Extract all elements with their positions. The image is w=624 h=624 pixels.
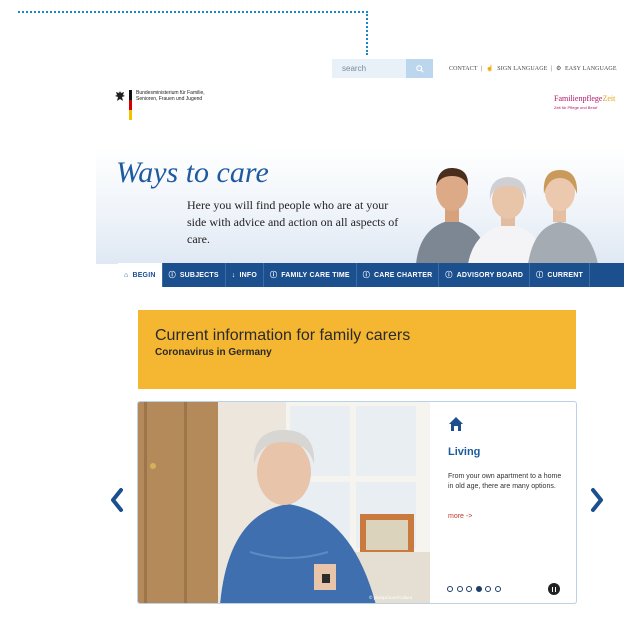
pause-icon (551, 586, 554, 592)
separator: | (551, 66, 553, 72)
ministry-name: Bundesministerium für Familie, Senioren,… (136, 90, 205, 102)
search-button[interactable] (406, 59, 433, 78)
nav-item-label: ADVISORY BOARD (456, 271, 524, 279)
nav-item-begin[interactable]: ⌂ BEGIN (118, 263, 163, 287)
nav-item-family-care-time[interactable]: ⓘ FAMILY CARE TIME (264, 263, 357, 287)
info-circle-icon: ⓘ (168, 272, 176, 279)
photo-credit: © plainpicture/Cultura (369, 595, 413, 600)
easy-language-link[interactable]: EASY LANGUAGE (565, 66, 617, 72)
home-icon (449, 417, 463, 431)
nav-item-label: INFO (239, 271, 257, 279)
info-circle-icon: ⓘ (536, 272, 544, 279)
partner-logo-name: Familienpflege (554, 94, 603, 103)
info-circle-icon: ⓘ (445, 272, 453, 279)
slider-dot[interactable] (466, 586, 472, 592)
previous-slide-button[interactable] (110, 487, 124, 513)
nav-item-label: CURRENT (547, 271, 583, 279)
pause-icon-bar (554, 586, 557, 592)
slide-photo (138, 402, 430, 603)
home-icon: ⌂ (124, 271, 129, 279)
nav-item-care-charter[interactable]: ⓘ CARE CHARTER (357, 263, 440, 287)
hero-people-image (416, 167, 598, 264)
partner-logo-accent: Zeit (602, 94, 616, 103)
main-navigation: ⌂ BEGIN ⓘ SUBJECTS ↓ INFO ⓘ FAMILY CARE TIME… (118, 263, 624, 287)
nav-item-label: BEGIN (132, 271, 156, 279)
easy-language-icon: ⚙ (555, 66, 562, 72)
banner-subheading: Coronavirus in Germany (155, 347, 272, 358)
more-link[interactable]: more -> (448, 513, 472, 520)
hero-text: Here you will find people who are at you… (187, 198, 399, 246)
download-icon: ↓ (231, 271, 236, 279)
utility-links: CONTACT | ☝ SIGN LANGUAGE | ⚙ EASY LANGU… (449, 65, 619, 72)
nav-item-info[interactable]: ↓ INFO (226, 263, 264, 287)
familienpflegezeit-logo[interactable]: FamilienpflegeZeit Zeit für Pflege und B… (554, 94, 615, 110)
pause-button[interactable] (548, 583, 560, 595)
contact-link[interactable]: CONTACT (449, 66, 478, 72)
info-circle-icon: ⓘ (362, 272, 370, 279)
nav-item-label: SUBJECTS (179, 271, 219, 279)
search-input[interactable]: search (332, 59, 406, 78)
current-info-banner[interactable]: Current information for family carers Co… (138, 310, 576, 389)
nav-item-label: FAMILY CARE TIME (281, 271, 350, 279)
slider-dot[interactable] (447, 586, 453, 592)
nav-item-label: CARE CHARTER (373, 271, 433, 279)
separator: | (481, 66, 483, 72)
slider-dot[interactable] (456, 586, 463, 592)
slider-pagination (447, 586, 504, 592)
teaser-slider: © plainpicture/Cultura Living From your … (137, 401, 577, 604)
sign-language-icon: ☝ (486, 66, 494, 72)
nav-item-current[interactable]: ⓘ CURRENT (530, 263, 590, 287)
hero-title: Ways to care (116, 156, 269, 189)
slider-dot-active[interactable] (475, 586, 482, 592)
sign-language-link[interactable]: SIGN LANGUAGE (497, 66, 547, 72)
slide-title: Living (448, 446, 481, 458)
next-slide-button[interactable] (590, 487, 604, 513)
annotation-dotted-line (18, 11, 368, 13)
info-circle-icon: ⓘ (270, 272, 278, 279)
eagle-icon (115, 91, 125, 101)
partner-logo-tagline: Zeit für Pflege und Beruf (554, 105, 598, 110)
slider-dot[interactable] (494, 586, 501, 592)
slider-dot[interactable] (485, 586, 491, 592)
banner-heading: Current information for family carers (155, 327, 411, 344)
slide-text: From your own apartment to a home in old… (448, 473, 562, 490)
search-icon (415, 64, 424, 73)
nav-item-subjects[interactable]: ⓘ SUBJECTS (163, 263, 226, 287)
ministry-logo[interactable]: Bundesministerium für Familie, Senioren,… (114, 90, 226, 120)
nav-item-advisory-board[interactable]: ⓘ ADVISORY BOARD (439, 263, 531, 287)
german-flag-bar (129, 90, 132, 120)
annotation-dotted-line-vertical (366, 11, 368, 55)
